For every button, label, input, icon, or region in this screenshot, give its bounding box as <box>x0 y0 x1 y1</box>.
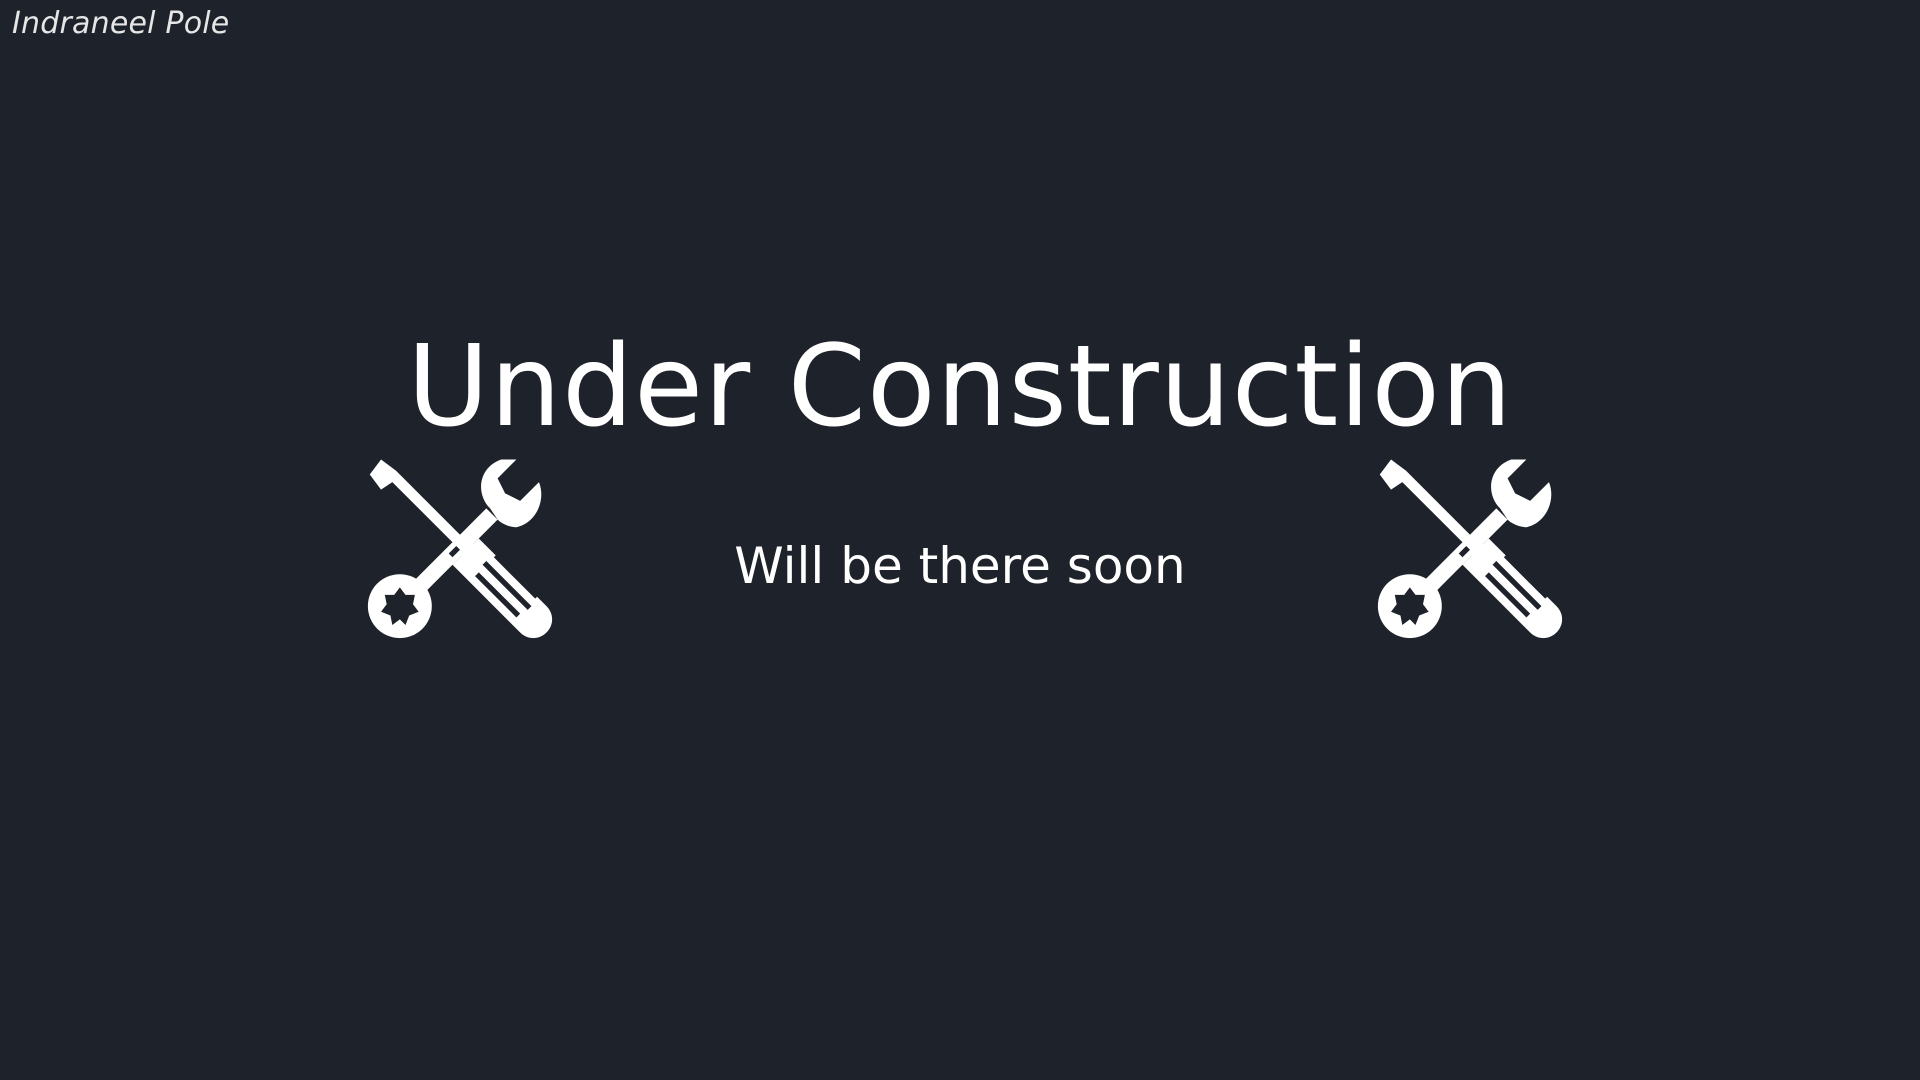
page-subtitle: Will be there soon <box>734 537 1186 595</box>
page: Indraneel Pole Under Construction Will b… <box>0 0 1920 1080</box>
author-link[interactable]: Indraneel Pole <box>12 6 229 41</box>
page-title: Under Construction <box>407 322 1513 452</box>
wrench-screwdriver-icon <box>1376 452 1564 640</box>
